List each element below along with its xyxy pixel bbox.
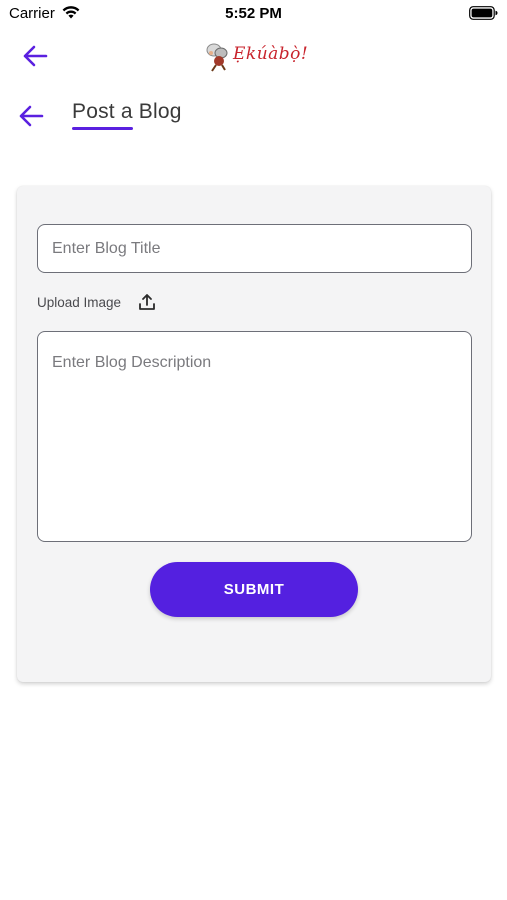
upload-image-label: Upload Image — [37, 294, 122, 310]
logo-drum-icon — [206, 43, 228, 72]
status-time: 5:52 PM — [225, 5, 282, 22]
status-bar: Carrier 5:52 PM — [0, 0, 507, 28]
title-underline — [72, 127, 133, 130]
logo-text: Ẹkúàbọ̀! — [233, 44, 309, 64]
submit-button[interactable]: SUBMIT — [150, 562, 358, 617]
back-arrow-icon[interactable] — [22, 44, 48, 68]
battery-icon — [469, 6, 498, 20]
blog-title-input[interactable] — [38, 225, 471, 272]
app-header: Ẹkúàbọ̀! — [0, 30, 507, 82]
app-logo: Ẹkúàbọ̀! — [203, 38, 313, 74]
page-title: Post a Blog — [72, 100, 182, 123]
back-arrow-icon[interactable] — [18, 104, 44, 128]
screen: Carrier 5:52 PM Ẹkúàbọ̀! Post a Blog Ent… — [0, 0, 507, 900]
post-blog-form: Upload Image SUBMIT — [17, 186, 491, 682]
page-title-row: Post a Blog — [0, 96, 507, 136]
blog-description-input[interactable] — [38, 332, 471, 541]
upload-icon[interactable] — [137, 292, 157, 312]
blog-title-field[interactable] — [37, 224, 472, 273]
upload-image-button[interactable]: Upload Image — [37, 290, 197, 314]
blog-description-field[interactable] — [37, 331, 472, 542]
